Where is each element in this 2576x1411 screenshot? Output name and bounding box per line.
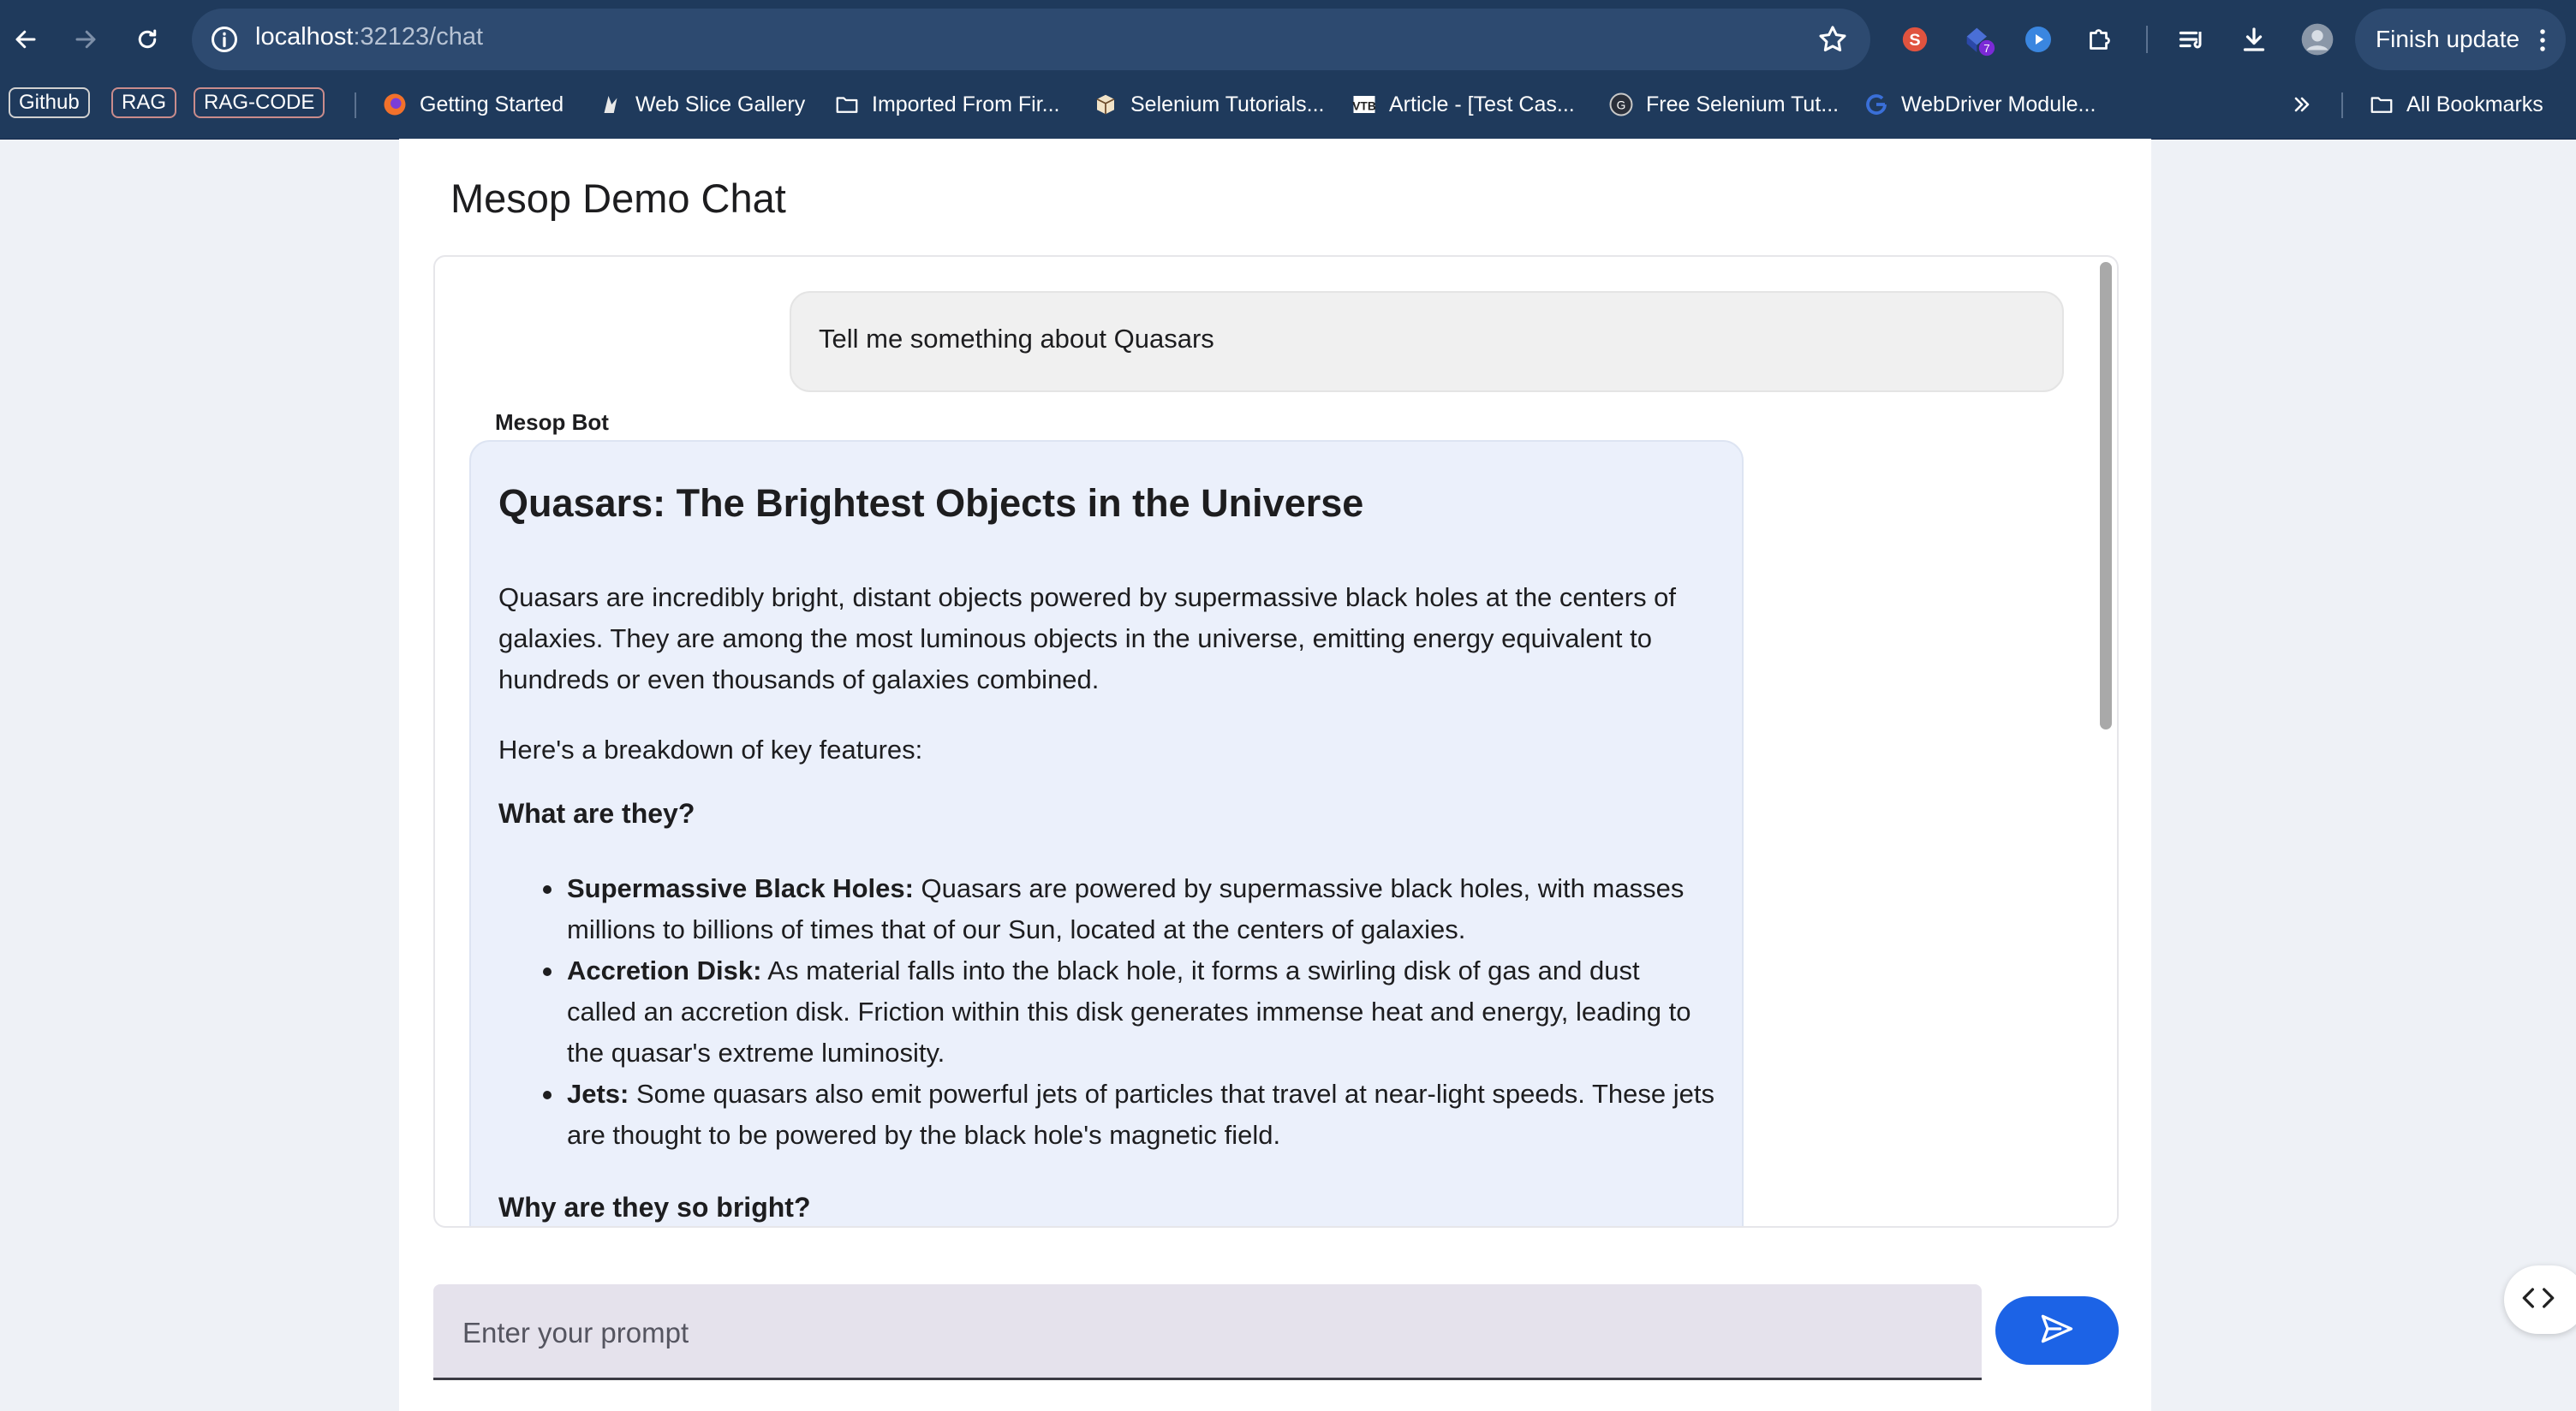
bookmark-label: Imported From Fir... [872,92,1060,116]
bookmark-chip-rag[interactable]: RAG [111,87,177,118]
bookmark-chip-rag-code[interactable]: RAG-CODE [194,87,325,118]
back-icon[interactable] [5,19,46,60]
bookmark-web-slice-gallery[interactable]: Web Slice Gallery [598,87,805,122]
list-item: Jets: Some quasars also emit powerful je… [498,1074,1714,1156]
bot-paragraph-intro: Quasars are incredibly bright, distant o… [498,582,1677,694]
finish-update-label: Finish update [2376,26,2520,52]
bookmark-chip-github[interactable]: Github [9,87,90,118]
bot-subheading-why: Why are they so bright? [498,1192,811,1223]
bookmarks-bar: Github RAG RAG-CODE Getting Started Web … [0,79,2576,140]
send-icon [2038,1310,2076,1352]
bot-paragraph-breakdown: Here's a breakdown of key features: [498,735,923,765]
web-slice-icon [598,92,623,117]
all-bookmarks-button[interactable]: All Bookmarks [2369,87,2543,122]
chat-history[interactable]: Tell me something about Quasars Mesop Bo… [433,255,2119,1228]
svg-text:S: S [1909,31,1920,50]
bookmark-star-icon[interactable] [1816,22,1850,57]
bot-subheading-what: What are they? [498,798,695,829]
bookmarks-overflow-chevron-icon[interactable] [2290,87,2314,122]
reload-icon[interactable] [127,19,168,60]
bookmarks-divider [355,92,356,118]
user-message-text: Tell me something about Quasars [819,324,1214,354]
chat-page: Mesop Demo Chat Tell me something about … [399,139,2151,1411]
folder-icon [2369,92,2394,117]
prompt-field[interactable] [433,1284,1982,1380]
browser-toolbar: localhost:32123/chat S 7 Finish update [0,0,2576,79]
bullet-text: Some quasars also emit powerful jets of … [567,1079,1714,1150]
download-icon[interactable] [2235,21,2273,58]
bookmark-free-selenium-tutorials[interactable]: G Free Selenium Tut... [1608,87,1839,122]
bookmark-label: WebDriver Module... [1901,92,2096,116]
send-button[interactable] [1995,1296,2119,1365]
chat-scrollbar[interactable] [2100,262,2112,729]
folder-icon [834,92,860,117]
box-icon [1093,92,1118,117]
site-info-icon[interactable] [209,24,240,55]
page-title: Mesop Demo Chat [450,176,786,221]
profile-avatar-icon[interactable] [2299,21,2336,58]
vtb-icon: VTB [1351,92,1377,117]
finish-update-button[interactable]: Finish update [2355,9,2566,70]
bookmark-imported-from-firefox[interactable]: Imported From Fir... [834,87,1059,122]
code-toggle-button[interactable] [2504,1265,2576,1334]
circle-logo-icon: G [1608,92,1634,117]
extension-puzzle-badge-icon[interactable]: 7 [1959,21,1997,58]
url-text[interactable]: localhost:32123/chat [255,23,483,51]
bookmarks-divider [2341,92,2343,118]
forward-icon[interactable] [65,19,106,60]
extension-play-icon[interactable] [2019,21,2057,58]
bookmark-label: Article - [Test Cas... [1389,92,1575,116]
bookmark-article-test-cases[interactable]: VTB Article - [Test Cas... [1351,87,1575,122]
list-item: Accretion Disk: As material falls into t… [498,950,1714,1074]
extension-badge-count: 7 [1983,42,1989,55]
more-menu-icon[interactable] [2538,27,2547,59]
bookmark-webdriver-module[interactable]: WebDriver Module... [1863,87,2096,122]
extensions-puzzle-icon[interactable] [2081,21,2119,58]
svg-text:VTB: VTB [1352,99,1376,112]
all-bookmarks-label: All Bookmarks [2406,92,2543,116]
bookmark-label: Free Selenium Tut... [1646,92,1840,116]
svg-text:G: G [1617,99,1626,112]
extension-s-icon[interactable]: S [1896,21,1934,58]
list-item: Supermassive Black Holes: Quasars are po… [498,868,1714,950]
bullet-term: Jets: [567,1079,629,1109]
toolbar-divider [2146,26,2148,53]
code-icon [2521,1283,2555,1317]
bot-bullet-list: Supermassive Black Holes: Quasars are po… [498,868,1714,1156]
bookmark-label: Web Slice Gallery [635,92,806,116]
url-path: :32123/chat [353,23,484,51]
bot-message-bubble: Quasars: The Brightest Objects in the Un… [469,440,1744,1226]
bullet-term: Supermassive Black Holes: [567,873,914,903]
bookmark-label: Getting Started [420,92,564,116]
bookmark-getting-started[interactable]: Getting Started [382,87,564,122]
bot-message-heading: Quasars: The Brightest Objects in the Un… [498,481,1364,525]
url-host: localhost [255,23,354,51]
bookmark-selenium-tutorials[interactable]: Selenium Tutorials... [1093,87,1325,122]
bullet-term: Accretion Disk: [567,956,762,985]
firefox-icon [382,92,408,117]
user-message-bubble: Tell me something about Quasars [790,291,2064,392]
bot-name-label: Mesop Bot [495,409,609,435]
google-icon [1863,92,1889,117]
bookmark-label: Selenium Tutorials... [1130,92,1325,116]
address-bar[interactable]: localhost:32123/chat [192,9,1870,70]
prompt-input[interactable] [461,1313,1920,1353]
reading-list-icon[interactable] [2174,21,2211,58]
